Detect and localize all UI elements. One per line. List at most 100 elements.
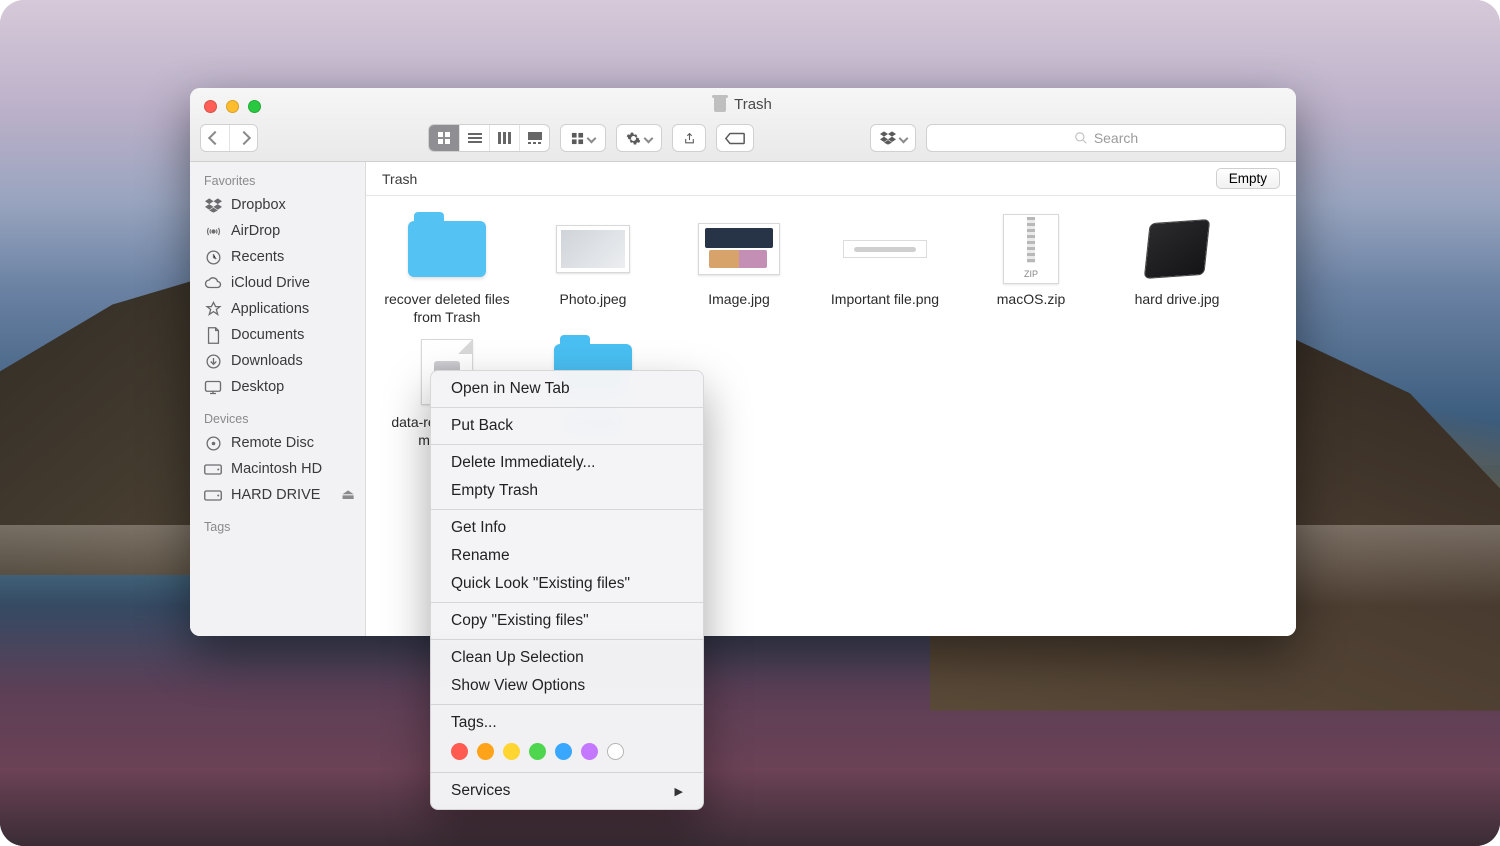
image-thumbnail bbox=[698, 223, 780, 275]
menu-separator bbox=[431, 639, 703, 640]
sidebar-heading-tags: Tags bbox=[190, 516, 365, 538]
zip-icon bbox=[1003, 214, 1059, 284]
dropbox-icon bbox=[204, 196, 222, 214]
sidebar-item-recents[interactable]: Recents bbox=[190, 244, 365, 270]
chevron-left-icon bbox=[208, 131, 222, 145]
menu-item-copy[interactable]: Copy "Existing files" bbox=[431, 607, 703, 635]
file-label: recover deleted files from Trash bbox=[378, 290, 516, 327]
menu-item-services[interactable]: Services bbox=[431, 777, 703, 805]
back-button[interactable] bbox=[201, 125, 229, 151]
tags-button[interactable] bbox=[716, 124, 754, 152]
view-column-button[interactable] bbox=[489, 125, 519, 151]
sidebar-item-documents[interactable]: Documents bbox=[190, 322, 365, 348]
menu-item-delete-immediately[interactable]: Delete Immediately... bbox=[431, 449, 703, 477]
sidebar: Favorites Dropbox AirDrop Recents iCloud… bbox=[190, 162, 366, 636]
columns-icon bbox=[498, 132, 512, 144]
window-title: Trash bbox=[190, 96, 1296, 113]
file-label: Important file.png bbox=[827, 290, 943, 310]
forward-button[interactable] bbox=[229, 125, 257, 151]
search-icon bbox=[1074, 131, 1088, 145]
sidebar-item-label: AirDrop bbox=[231, 223, 280, 239]
menu-separator bbox=[431, 602, 703, 603]
view-gallery-button[interactable] bbox=[519, 125, 549, 151]
hard-drive-icon bbox=[204, 486, 222, 504]
file-item[interactable]: Important file.png bbox=[816, 210, 954, 327]
menu-separator bbox=[431, 444, 703, 445]
tag-purple[interactable] bbox=[581, 743, 598, 760]
menu-item-clean-up[interactable]: Clean Up Selection bbox=[431, 644, 703, 672]
trash-icon bbox=[714, 98, 726, 112]
menu-item-rename[interactable]: Rename bbox=[431, 542, 703, 570]
chevron-down-icon bbox=[644, 133, 654, 143]
tag-orange[interactable] bbox=[477, 743, 494, 760]
share-button[interactable] bbox=[672, 124, 706, 152]
menu-item-tags[interactable]: Tags... bbox=[431, 709, 703, 737]
file-label: Photo.jpeg bbox=[556, 290, 631, 310]
sidebar-item-hard-drive[interactable]: HARD DRIVE ⏏ bbox=[190, 482, 365, 508]
sidebar-item-label: Documents bbox=[231, 327, 304, 343]
file-item[interactable]: Image.jpg bbox=[670, 210, 808, 327]
sidebar-item-label: HARD DRIVE bbox=[231, 487, 320, 503]
file-item[interactable]: macOS.zip bbox=[962, 210, 1100, 327]
menu-item-quick-look[interactable]: Quick Look "Existing files" bbox=[431, 570, 703, 598]
window-titlebar[interactable]: Trash bbox=[190, 88, 1296, 162]
finder-window: Trash bbox=[190, 88, 1296, 636]
search-placeholder: Search bbox=[1094, 130, 1138, 146]
menu-item-label: Services bbox=[451, 782, 510, 800]
sidebar-item-downloads[interactable]: Downloads bbox=[190, 348, 365, 374]
sidebar-item-macintosh-hd[interactable]: Macintosh HD bbox=[190, 456, 365, 482]
action-button[interactable] bbox=[616, 124, 662, 152]
applications-icon bbox=[204, 300, 222, 318]
sidebar-item-icloud[interactable]: iCloud Drive bbox=[190, 270, 365, 296]
menu-item-put-back[interactable]: Put Back bbox=[431, 412, 703, 440]
toolbar: Search bbox=[200, 122, 1286, 154]
view-list-button[interactable] bbox=[459, 125, 489, 151]
gallery-icon bbox=[528, 132, 542, 144]
menu-separator bbox=[431, 704, 703, 705]
group-icon bbox=[571, 132, 584, 145]
sidebar-item-applications[interactable]: Applications bbox=[190, 296, 365, 322]
file-label: hard drive.jpg bbox=[1131, 290, 1224, 310]
tag-none[interactable] bbox=[607, 743, 624, 760]
macintosh-hd-icon bbox=[204, 460, 222, 478]
downloads-icon bbox=[204, 352, 222, 370]
view-switcher bbox=[428, 124, 550, 152]
sidebar-item-remote-disc[interactable]: Remote Disc bbox=[190, 430, 365, 456]
sidebar-heading-favorites: Favorites bbox=[190, 170, 365, 192]
grid-icon bbox=[437, 131, 451, 145]
desktop-icon bbox=[204, 378, 222, 396]
sidebar-item-dropbox[interactable]: Dropbox bbox=[190, 192, 365, 218]
dropbox-icon bbox=[880, 131, 896, 145]
sidebar-item-label: iCloud Drive bbox=[231, 275, 310, 291]
file-item[interactable]: Photo.jpeg bbox=[524, 210, 662, 327]
empty-trash-button[interactable]: Empty bbox=[1216, 168, 1280, 189]
chevron-down-icon bbox=[587, 133, 597, 143]
file-label: macOS.zip bbox=[993, 290, 1069, 310]
tag-blue[interactable] bbox=[555, 743, 572, 760]
remote-disc-icon bbox=[204, 434, 222, 452]
menu-item-get-info[interactable]: Get Info bbox=[431, 514, 703, 542]
search-field[interactable]: Search bbox=[926, 124, 1286, 152]
sidebar-item-label: Downloads bbox=[231, 353, 303, 369]
image-thumbnail bbox=[843, 240, 927, 258]
file-item[interactable]: recover deleted files from Trash bbox=[378, 210, 516, 327]
tag-green[interactable] bbox=[529, 743, 546, 760]
eject-icon[interactable]: ⏏ bbox=[341, 487, 355, 503]
sidebar-item-airdrop[interactable]: AirDrop bbox=[190, 218, 365, 244]
sidebar-item-label: Remote Disc bbox=[231, 435, 314, 451]
file-item[interactable]: hard drive.jpg bbox=[1108, 210, 1246, 327]
group-by-button[interactable] bbox=[560, 124, 606, 152]
chevron-right-icon bbox=[236, 131, 250, 145]
sidebar-item-desktop[interactable]: Desktop bbox=[190, 374, 365, 400]
sidebar-item-label: Desktop bbox=[231, 379, 284, 395]
view-icon-button[interactable] bbox=[429, 125, 459, 151]
sidebar-item-label: Dropbox bbox=[231, 197, 286, 213]
tag-red[interactable] bbox=[451, 743, 468, 760]
icloud-icon bbox=[204, 274, 222, 292]
menu-item-open-new-tab[interactable]: Open in New Tab bbox=[431, 375, 703, 403]
dropbox-toolbar-button[interactable] bbox=[870, 124, 916, 152]
menu-item-empty-trash[interactable]: Empty Trash bbox=[431, 477, 703, 505]
menu-item-view-options[interactable]: Show View Options bbox=[431, 672, 703, 700]
tag-yellow[interactable] bbox=[503, 743, 520, 760]
file-label: Image.jpg bbox=[704, 290, 773, 310]
